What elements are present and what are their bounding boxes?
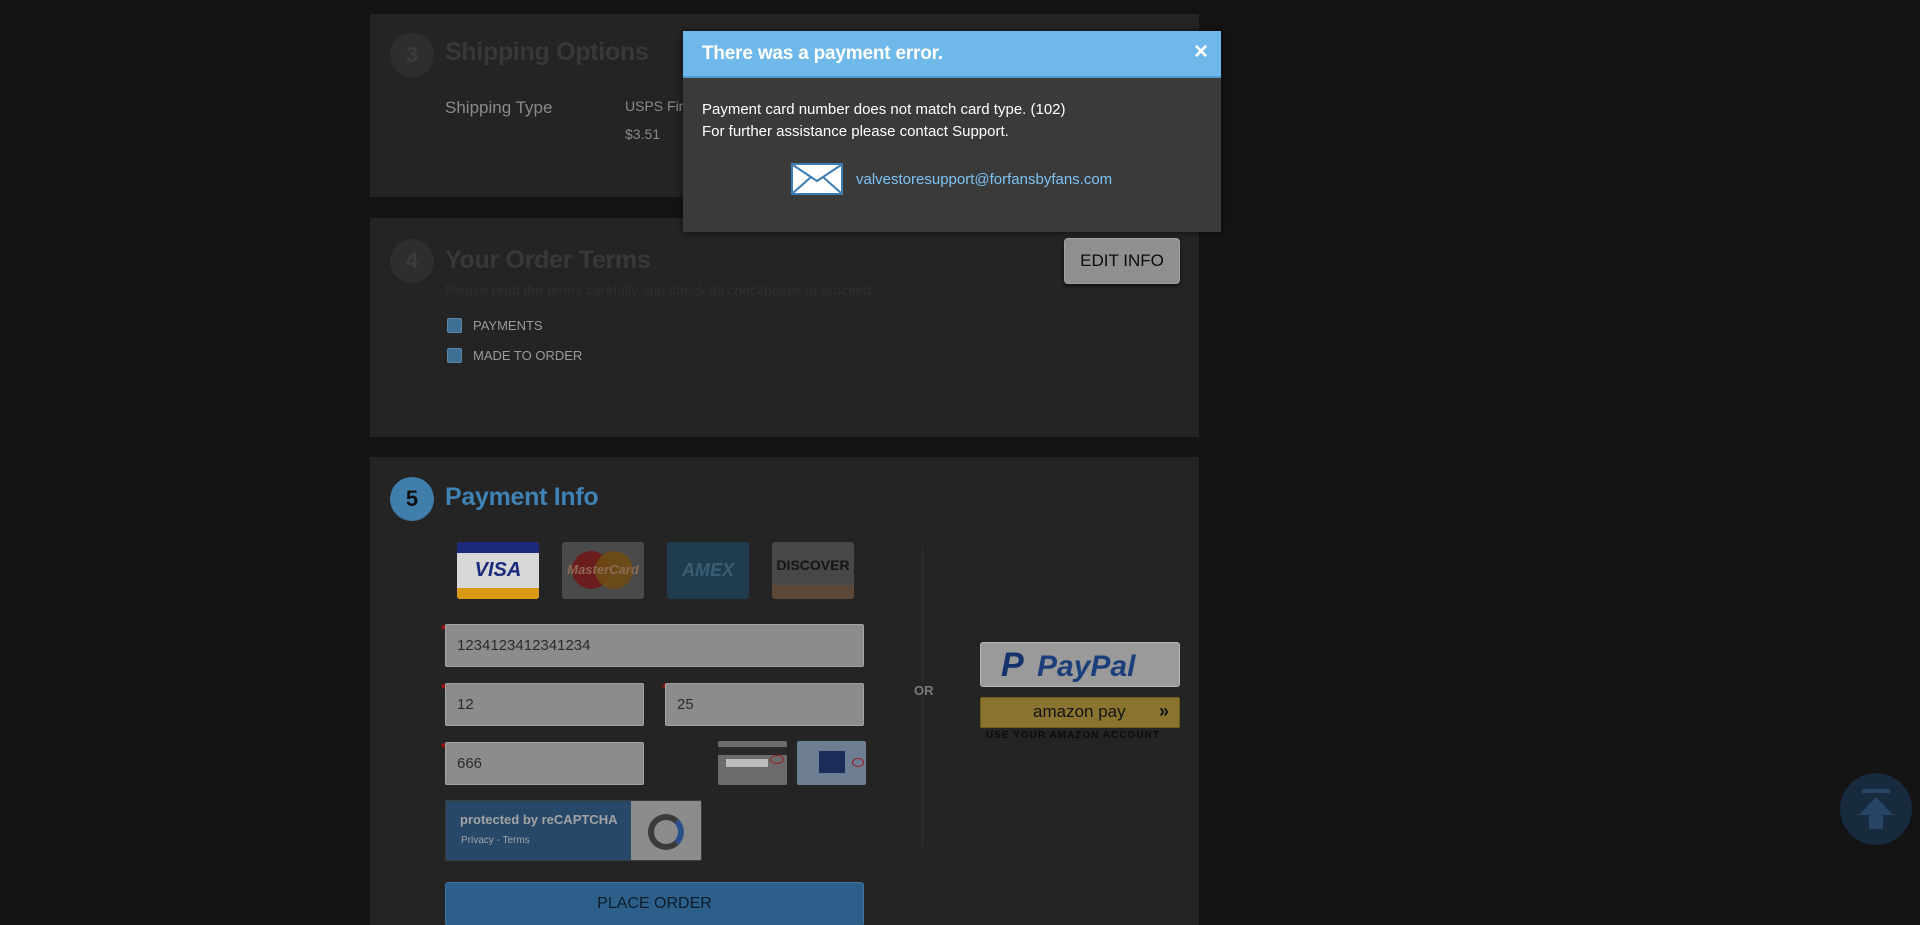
support-contact[interactable]: valvestoresupport@forfansbyfans.com <box>791 163 1112 195</box>
paypal-logo-icon: P <box>1001 646 1024 684</box>
expiry-year-input[interactable]: 25 <box>665 683 864 726</box>
discover-card-icon[interactable]: DISCOVER <box>772 542 854 599</box>
term-payments-row[interactable]: PAYMENTS <box>447 318 543 333</box>
card-type-list: VISA MasterCard AMEX DISCOVER <box>457 542 854 599</box>
recaptcha-badge[interactable]: protected by reCAPTCHA Privacy - Terms <box>445 800 702 861</box>
visa-card-icon[interactable]: VISA <box>457 542 539 599</box>
shipping-price: $3.51 <box>625 126 661 142</box>
cvv-input[interactable]: 666 <box>445 742 644 785</box>
shipping-type-label: Shipping Type <box>445 98 553 117</box>
checkout-page: 3 Shipping Options Shipping Type USPS Fi… <box>0 0 1920 925</box>
order-terms-section: 4 Your Order Terms Please read the terms… <box>370 218 1199 437</box>
term-checkbox[interactable] <box>447 348 462 363</box>
term-label: PAYMENTS <box>473 318 543 333</box>
shipping-method[interactable]: USPS Firs <box>625 98 690 114</box>
term-made-to-order-row[interactable]: MADE TO ORDER <box>447 348 582 363</box>
cvv-front-card-icon <box>797 741 866 785</box>
amex-card-icon[interactable]: AMEX <box>667 542 749 599</box>
amazon-pay-button[interactable]: amazon pay » <box>980 697 1180 728</box>
expiry-month-input[interactable]: 12 <box>445 683 644 726</box>
recaptcha-icon <box>631 801 701 860</box>
recaptcha-title: protected by reCAPTCHA <box>460 812 618 827</box>
step-number: 3 <box>390 33 434 77</box>
card-number-input[interactable]: 1234123412341234 <box>445 624 864 667</box>
modal-title: There was a payment error. <box>702 43 943 64</box>
edit-info-button[interactable]: EDIT INFO <box>1064 238 1180 284</box>
recaptcha-links[interactable]: Privacy - Terms <box>461 835 530 846</box>
or-label: OR <box>914 683 934 698</box>
arrow-up-icon <box>1862 789 1890 793</box>
payment-info-section: 5 Payment Info VISA MasterCard AMEX DISC… <box>370 457 1199 925</box>
place-order-button[interactable]: PLACE ORDER <box>445 882 864 925</box>
chevron-right-icon: » <box>1158 701 1169 721</box>
modal-message: Payment card number does not match card … <box>702 99 1066 143</box>
modal-header: There was a payment error. × <box>683 31 1221 78</box>
error-message: Payment card number does not match card … <box>702 101 1066 118</box>
paypal-label: PayPal <box>1037 650 1136 683</box>
scroll-to-top-button[interactable] <box>1840 773 1912 845</box>
step-number: 5 <box>390 477 434 521</box>
paypal-button[interactable]: P PayPal <box>980 642 1180 687</box>
step-number: 4 <box>390 239 434 283</box>
mastercard-card-icon[interactable]: MasterCard <box>562 542 644 599</box>
term-checkbox[interactable] <box>447 318 462 333</box>
close-icon[interactable]: × <box>1190 40 1212 64</box>
section-title: Your Order Terms <box>445 246 651 274</box>
section-title: Payment Info <box>445 483 599 511</box>
amazon-pay-subtitle: USE YOUR AMAZON ACCOUNT <box>986 730 1160 741</box>
section-title: Shipping Options <box>445 38 649 66</box>
envelope-icon <box>791 163 843 195</box>
cvv-back-card-icon <box>718 741 787 785</box>
terms-note: Please read the terms carefully and chec… <box>445 282 876 298</box>
support-message: For further assistance please contact Su… <box>702 123 1009 140</box>
term-label: MADE TO ORDER <box>473 348 583 363</box>
support-email-link[interactable]: valvestoresupport@forfansbyfans.com <box>856 171 1112 188</box>
payment-error-modal: There was a payment error. × Payment car… <box>683 31 1221 232</box>
amazon-pay-label: amazon pay <box>1033 702 1126 721</box>
